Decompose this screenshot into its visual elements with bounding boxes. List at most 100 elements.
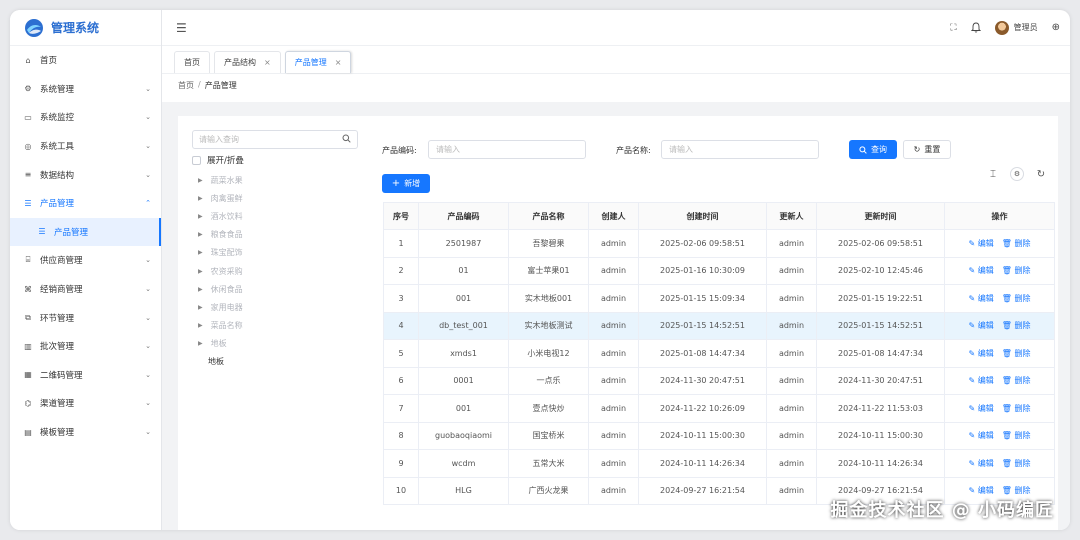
product-name-input[interactable]: 请输入	[661, 140, 819, 159]
sidebar-item-7[interactable]: ⌸ 供应商管理 ⌄	[10, 246, 161, 275]
table-row[interactable]: 4 db_test_001 实木地板测试 admin 2025-01-15 14:52:…	[383, 312, 1055, 340]
table-header-row: 序号 产品编码 产品名称 创建人 创建时间 更新人 更新时间 操作	[383, 202, 1055, 230]
tree-node[interactable]: ▶ 蔬菜水果	[198, 171, 243, 189]
table-row[interactable]: 1 2501987 吾黎碧果 admin 2025-02-06 09:58:51 admi…	[383, 229, 1055, 258]
edit-button[interactable]: ✎ 编辑	[969, 459, 994, 468]
tree-node[interactable]: ▶ 家用电器	[198, 298, 243, 316]
table-cell: admin	[588, 449, 639, 478]
sidebar-item-11[interactable]: ▦ 二维码管理 ⌄	[10, 361, 161, 390]
table-row[interactable]: 8 guobaoqiaomi 国宝桥米 admin 2024-10-11 15:00:3…	[383, 422, 1055, 450]
edit-icon: ✎	[968, 321, 976, 331]
sidebar-item-10[interactable]: ▥ 批次管理 ⌄	[10, 332, 161, 361]
tree-node[interactable]: ▶ 菜品名称	[198, 317, 243, 335]
sidebar-item-8[interactable]: ⌘ 经销商管理 ⌄	[10, 275, 161, 304]
product-code-input[interactable]: 请输入	[428, 140, 586, 159]
sidebar-item-0[interactable]: ⌂ 首页	[10, 46, 161, 75]
bell-icon[interactable]	[970, 22, 981, 33]
edit-button[interactable]: ✎ 编辑	[969, 431, 994, 440]
tree-node[interactable]: ▶ 肉禽蛋鲜	[198, 189, 243, 207]
caret-right-icon[interactable]: ▶	[198, 322, 203, 329]
sidebar-item-2[interactable]: ▭ 系统监控 ⌄	[10, 103, 161, 132]
tab-2[interactable]: 产品管理 ×	[284, 51, 352, 73]
caret-right-icon[interactable]: ▶	[198, 195, 203, 202]
tree-node[interactable]: ▶ 休闲食品	[198, 280, 243, 298]
delete-button[interactable]: 🗑 删除	[1002, 376, 1031, 385]
sidebar-item-12[interactable]: ⌬ 渠道管理 ⌄	[10, 389, 161, 418]
close-icon[interactable]: ×	[335, 58, 342, 67]
caret-right-icon[interactable]: ▶	[198, 249, 203, 256]
edit-button[interactable]: ✎ 编辑	[969, 321, 994, 330]
edit-button[interactable]: ✎ 编辑	[969, 266, 994, 275]
close-icon[interactable]: ×	[264, 58, 271, 67]
sidebar-item-5[interactable]: ☰ 产品管理 ⌃	[10, 189, 161, 218]
sidebar-item-1[interactable]: ⚙ 系统管理 ⌄	[10, 75, 161, 104]
table-cell: admin	[588, 312, 639, 340]
delete-button[interactable]: 🗑 删除	[1002, 294, 1031, 303]
caret-right-icon[interactable]: ▶	[198, 304, 203, 311]
delete-button[interactable]: 🗑 删除	[1002, 349, 1031, 358]
tree-search-input[interactable]: 请输入查询	[192, 130, 358, 149]
tree-node[interactable]: ▶ 酒水饮料	[198, 207, 243, 225]
expand-collapse-toggle[interactable]: 展开/折叠	[192, 154, 244, 166]
row-actions: ✎ 编辑 🗑 删除	[944, 394, 1055, 423]
globe-icon[interactable]: ⊕	[1052, 22, 1060, 33]
edit-label: 编辑	[977, 458, 994, 468]
sidebar-item-4[interactable]: ≡ 数据结构 ⌄	[10, 160, 161, 189]
tab-0[interactable]: 首页	[174, 51, 210, 73]
table-cell: 2025-02-06 09:58:51	[816, 229, 945, 258]
table-row[interactable]: 9 wcdm 五常大米 admin 2024-10-11 14:26:34 admin 20…	[383, 449, 1055, 478]
fullscreen-icon[interactable]: ⛶	[950, 23, 956, 33]
sidebar-item-9[interactable]: ⧉ 环节管理 ⌄	[10, 303, 161, 332]
table-cell: HLG	[418, 477, 509, 505]
settings-icon[interactable]: ⚙	[1010, 167, 1024, 181]
search-button[interactable]: 查询	[849, 140, 897, 159]
delete-button[interactable]: 🗑 删除	[1002, 321, 1031, 330]
delete-button[interactable]: 🗑 删除	[1002, 266, 1031, 275]
tree-node[interactable]: ▶ 粮食食品	[198, 226, 243, 244]
breadcrumb-home[interactable]: 首页	[178, 80, 194, 91]
table-row[interactable]: 6 0001 一点乐 admin 2024-11-30 20:47:51 admin 202…	[383, 367, 1055, 395]
delete-button[interactable]: 🗑 删除	[1002, 239, 1031, 248]
edit-button[interactable]: ✎ 编辑	[969, 239, 994, 248]
list-icon: ☰	[24, 198, 32, 208]
reset-button[interactable]: ↻ 重置	[903, 140, 951, 159]
delete-button[interactable]: 🗑 删除	[1002, 486, 1031, 495]
delete-button[interactable]: 🗑 删除	[1002, 431, 1031, 440]
caret-right-icon[interactable]: ▶	[198, 286, 203, 293]
caret-right-icon[interactable]: ▶	[198, 340, 203, 347]
edit-button[interactable]: ✎ 编辑	[969, 349, 994, 358]
add-button[interactable]: + 新增	[382, 174, 430, 193]
refresh-icon[interactable]: ↻	[1034, 167, 1048, 181]
sidebar-item-13[interactable]: ▤ 模板管理 ⌄	[10, 418, 161, 447]
tree-leaf[interactable]: 地板	[198, 353, 243, 371]
sidebar-item-3[interactable]: ◎ 系统工具 ⌄	[10, 132, 161, 161]
sidebar-subitem-product[interactable]: ☰ 产品管理	[10, 217, 161, 247]
tab-1[interactable]: 产品结构 ×	[214, 51, 281, 73]
reset-button-label: 重置	[924, 145, 941, 154]
sliders-icon: ≡	[24, 170, 32, 180]
menu-fold-icon[interactable]: ☰	[176, 21, 187, 35]
table-row[interactable]: 5 xmds1 小米电视12 admin 2025-01-08 14:47:34 admi…	[383, 339, 1055, 368]
edit-button[interactable]: ✎ 编辑	[969, 294, 994, 303]
delete-button[interactable]: 🗑 删除	[1002, 459, 1031, 468]
logo-area[interactable]: 管理系统	[10, 10, 161, 46]
tree-node[interactable]: ▶ 地板	[198, 335, 243, 353]
edit-button[interactable]: ✎ 编辑	[969, 376, 994, 385]
edit-button[interactable]: ✎ 编辑	[969, 404, 994, 413]
caret-right-icon[interactable]: ▶	[198, 177, 203, 184]
trash-icon: 🗑	[1001, 321, 1012, 331]
column-height-icon[interactable]: ⌶	[986, 167, 1000, 181]
edit-button[interactable]: ✎ 编辑	[969, 486, 994, 495]
caret-right-icon[interactable]: ▶	[198, 231, 203, 238]
delete-label: 删除	[1014, 348, 1031, 358]
expand-checkbox[interactable]	[192, 155, 201, 165]
tree-node[interactable]: ▶ 珠宝配饰	[198, 244, 243, 262]
table-row[interactable]: 7 001 壹点快炒 admin 2024-11-22 10:26:09 admin 202…	[383, 394, 1055, 423]
tree-node[interactable]: ▶ 农资采购	[198, 262, 243, 280]
table-row[interactable]: 2 01 富士苹果01 admin 2025-01-16 10:30:09 admin 20…	[383, 257, 1055, 285]
caret-right-icon[interactable]: ▶	[198, 268, 203, 275]
caret-right-icon[interactable]: ▶	[198, 213, 203, 220]
user-menu[interactable]: 管理员	[994, 20, 1038, 35]
delete-button[interactable]: 🗑 删除	[1002, 404, 1031, 413]
table-row[interactable]: 3 001 实木地板001 admin 2025-01-15 15:09:34 admin…	[383, 284, 1055, 313]
